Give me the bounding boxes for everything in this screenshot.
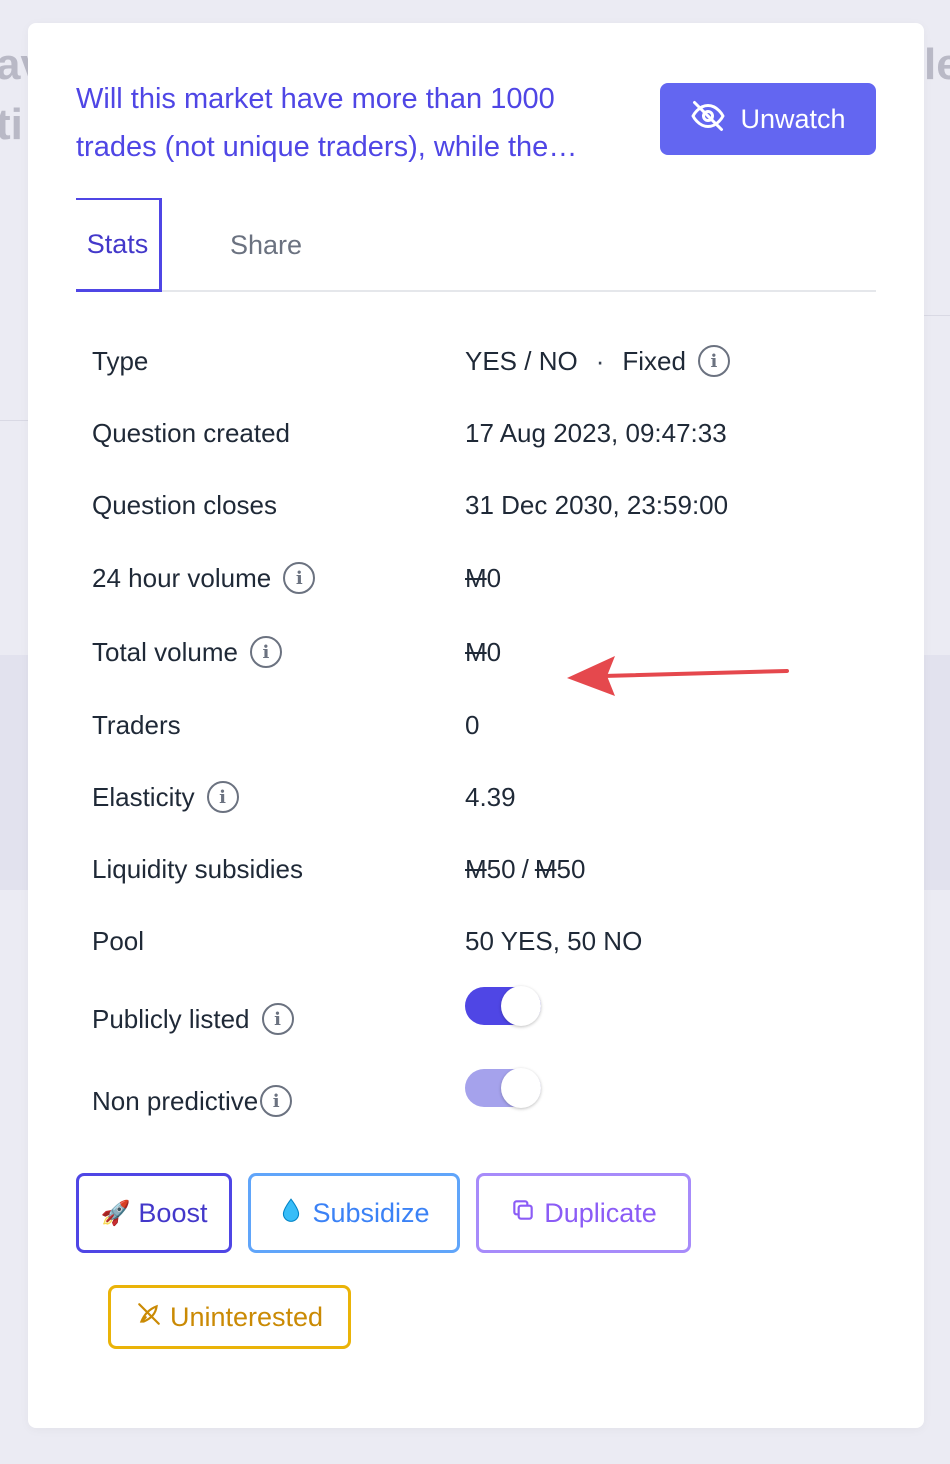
stat-label: Question created: [92, 417, 291, 448]
boost-label: Boost: [138, 1197, 208, 1228]
background-text: le: [924, 40, 950, 89]
market-info-modal: Will this market have more than 1000 tra…: [28, 23, 924, 1428]
mana-icon: M: [534, 853, 557, 884]
stat-label: Publicly listed i: [92, 1003, 294, 1035]
market-title[interactable]: Will this market have more than 1000 tra…: [76, 75, 636, 171]
separator-dot: ·: [595, 345, 605, 376]
type-value: YES / NO: [465, 345, 578, 376]
label-text: Publicly listed: [92, 1003, 250, 1034]
uninterested-button[interactable]: Uninterested: [108, 1285, 351, 1349]
tab-stats[interactable]: Stats: [76, 198, 162, 292]
eye-off-icon: [690, 98, 726, 141]
duplicate-label: Duplicate: [544, 1197, 657, 1228]
info-icon[interactable]: i: [697, 345, 730, 377]
background-divider: [924, 315, 950, 316]
stat-label: Non predictive i: [92, 1085, 293, 1117]
label-text: Total volume: [92, 636, 238, 667]
stat-value: M0: [465, 563, 501, 594]
stat-value: 0: [465, 709, 480, 740]
value-text: 0: [486, 636, 502, 667]
stat-label: Question closes: [92, 489, 277, 520]
boost-button[interactable]: 🚀 Boost: [76, 1173, 232, 1253]
stat-value: 17 Aug 2023, 09:47:33: [465, 417, 727, 448]
label-text: Non predictive: [92, 1085, 259, 1116]
stat-label: 24 hour volume i: [92, 562, 316, 594]
copy-icon: [510, 1197, 536, 1230]
stat-value: 31 Dec 2030, 23:59:00: [465, 489, 729, 520]
stat-row-closes: Question closes 31 Dec 2030, 23:59:00: [92, 485, 852, 525]
uninterested-label: Uninterested: [169, 1301, 324, 1332]
stat-row-elasticity: Elasticity i 4.39: [92, 777, 852, 817]
background-divider: [0, 420, 28, 421]
stat-row-created: Question created 17 Aug 2023, 09:47:33: [92, 413, 852, 453]
background-panel: [0, 655, 28, 890]
stat-label: Liquidity subsidies: [92, 853, 304, 884]
tab-share[interactable]: Share: [226, 198, 306, 292]
unwatch-label: Unwatch: [740, 103, 846, 134]
toggle-knob: [501, 986, 541, 1026]
mana-icon: M: [465, 636, 487, 667]
info-icon[interactable]: i: [260, 1085, 293, 1117]
info-icon[interactable]: i: [206, 781, 239, 813]
publicly-listed-toggle[interactable]: [465, 986, 541, 1026]
mana-icon: M: [465, 853, 487, 884]
value-text: 50: [486, 853, 516, 884]
stat-value: YES / NO · Fixed i: [465, 345, 730, 377]
stat-value: [465, 986, 541, 1026]
type-mode: Fixed: [622, 345, 686, 376]
value-text: 0: [486, 562, 502, 593]
stat-row-publicly-listed: Publicly listed i: [92, 986, 852, 1039]
subsidize-label: Subsidize: [312, 1197, 430, 1228]
stat-row-liquidity: Liquidity subsidies M50 / M50: [92, 849, 852, 889]
info-icon[interactable]: i: [283, 562, 316, 594]
stat-label: Type: [92, 345, 149, 376]
background-panel: [924, 655, 950, 890]
rocket-off-icon: [136, 1301, 162, 1334]
stat-value: 4.39: [465, 781, 516, 812]
mana-icon: M: [465, 562, 487, 593]
stat-row-type: Type YES / NO · Fixed i: [92, 341, 852, 381]
droplet-icon: [278, 1197, 304, 1230]
stat-label: Elasticity i: [92, 781, 239, 813]
info-icon[interactable]: i: [249, 636, 282, 668]
stat-row-non-predictive: Non predictive i: [92, 1068, 852, 1121]
stat-label: Total volume i: [92, 636, 282, 668]
label-text: Elasticity: [92, 781, 195, 812]
info-icon[interactable]: i: [261, 1003, 294, 1035]
stat-row-24h-volume: 24 hour volume i M0: [92, 558, 852, 598]
stat-label: Pool: [92, 925, 145, 956]
subsidize-button[interactable]: Subsidize: [248, 1173, 460, 1253]
stat-row-pool: Pool 50 YES, 50 NO: [92, 921, 852, 961]
unwatch-button[interactable]: Unwatch: [660, 83, 876, 155]
value-text: 50: [556, 853, 586, 884]
non-predictive-toggle[interactable]: [465, 1068, 541, 1108]
stat-value: M50 / M50: [465, 854, 585, 885]
red-arrow-annotation: [567, 656, 789, 696]
stat-value: 50 YES, 50 NO: [465, 925, 643, 956]
label-text: 24 hour volume: [92, 562, 272, 593]
rocket-icon: 🚀: [100, 1199, 131, 1227]
stat-row-traders: Traders 0: [92, 705, 852, 745]
duplicate-button[interactable]: Duplicate: [476, 1173, 691, 1253]
toggle-knob: [501, 1068, 541, 1108]
background-text: ti: [0, 100, 23, 149]
stat-label: Traders: [92, 709, 181, 740]
separator: /: [521, 853, 529, 884]
stat-value: M0: [465, 637, 501, 668]
tab-bar: Stats Share: [76, 198, 876, 292]
stat-value: [465, 1068, 541, 1108]
